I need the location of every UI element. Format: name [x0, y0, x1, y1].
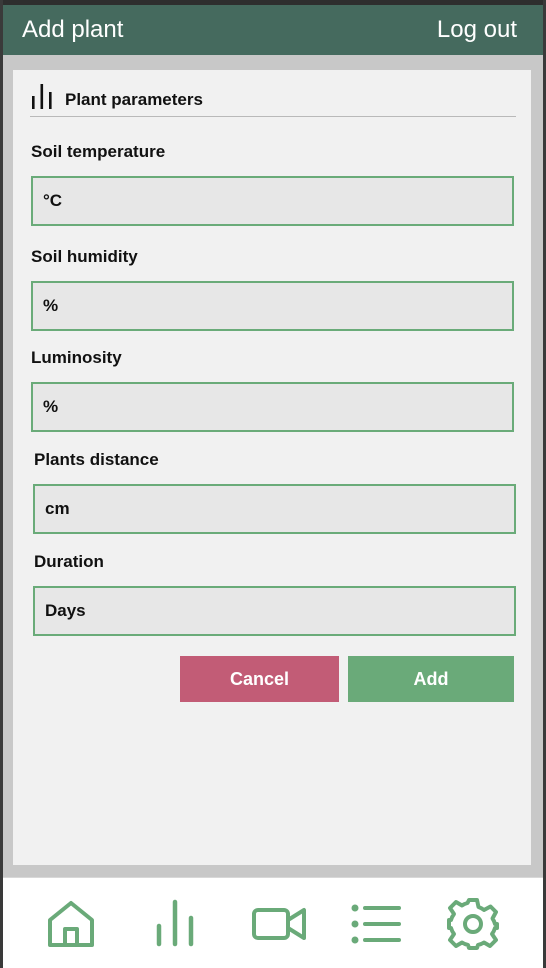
soil-humidity-label: Soil humidity: [31, 247, 138, 266]
duration-label: Duration: [34, 552, 104, 571]
bar-chart-icon: [30, 83, 65, 114]
soil-temperature-label: Soil temperature: [31, 142, 166, 161]
luminosity-label: Luminosity: [31, 348, 122, 367]
app-header: Add plant Log out: [3, 5, 543, 55]
video-camera-icon[interactable]: [251, 896, 307, 952]
bar-chart-icon[interactable]: [147, 896, 203, 952]
section-header: Plant parameters: [30, 83, 516, 117]
luminosity-input[interactable]: [31, 382, 514, 432]
bottom-navigation: [3, 877, 543, 968]
cancel-button[interactable]: Cancel: [180, 656, 339, 702]
list-icon[interactable]: [349, 896, 405, 952]
plant-form-card: Plant parameters Soil temperature Soil h…: [13, 70, 531, 865]
left-frame-edge: [0, 0, 3, 968]
gear-icon[interactable]: [445, 896, 501, 952]
plants-distance-input[interactable]: [33, 484, 516, 534]
add-button[interactable]: Add: [348, 656, 514, 702]
home-icon[interactable]: [43, 896, 99, 952]
soil-humidity-input[interactable]: [31, 281, 514, 331]
soil-temperature-input[interactable]: [31, 176, 514, 226]
plants-distance-label: Plants distance: [34, 450, 159, 469]
section-title: Plant parameters: [65, 90, 203, 109]
page-title: Add plant: [22, 16, 124, 43]
logout-link[interactable]: Log out: [437, 16, 517, 44]
duration-input[interactable]: [33, 586, 516, 636]
